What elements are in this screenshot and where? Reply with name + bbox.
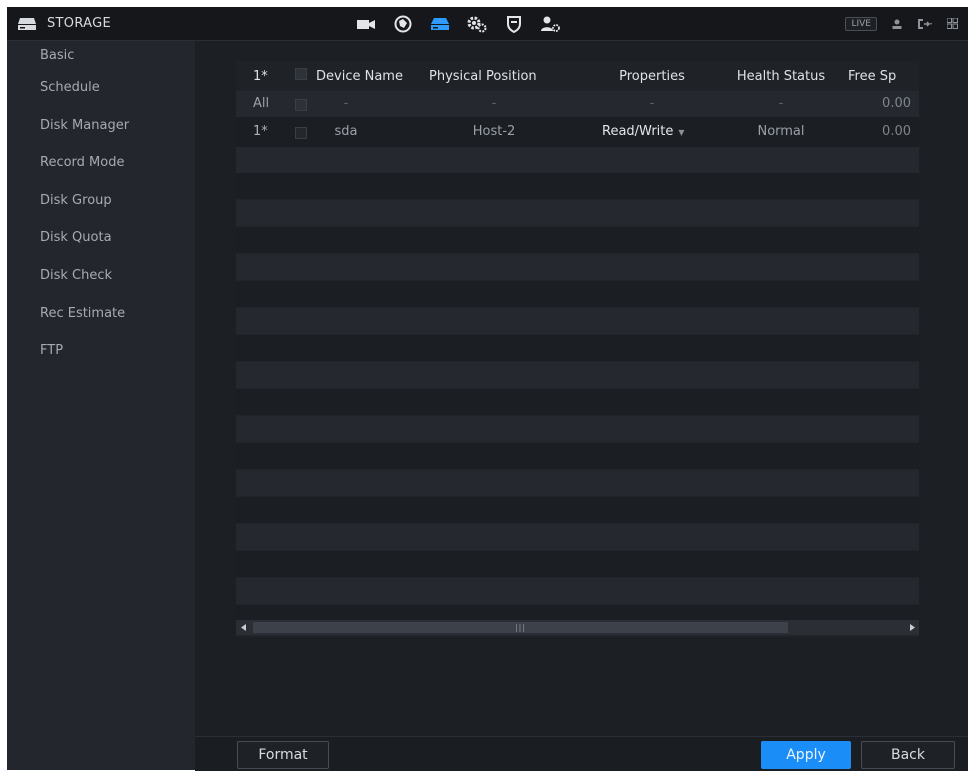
row-index: All	[253, 96, 270, 111]
scrollbar-thumb[interactable]: |||	[253, 622, 788, 633]
row-physical-position: Host-2	[472, 124, 516, 139]
empty-row	[236, 308, 919, 334]
storage-window: STORAGE LIVE Basic Schedule Disk Manager…	[7, 7, 968, 771]
module-tabs	[347, 7, 569, 40]
row-device-name: sda	[334, 124, 358, 139]
grip-icon: |||	[514, 623, 527, 632]
account-module-tab[interactable]	[532, 7, 569, 40]
empty-row	[236, 362, 919, 388]
top-right-tools: LIVE	[845, 7, 958, 40]
network-module-tab[interactable]	[384, 7, 421, 40]
security-shield-icon	[506, 15, 522, 33]
properties-value: Read/Write	[602, 124, 674, 139]
empty-row	[236, 497, 919, 523]
bottom-action-bar: Format Apply Back	[195, 736, 968, 771]
empty-row	[236, 443, 919, 469]
sidebar-item-disk-group[interactable]: Disk Group	[7, 182, 195, 220]
network-icon	[394, 15, 412, 33]
empty-row	[236, 416, 919, 442]
grid-menu-icon[interactable]	[947, 18, 958, 29]
row-index: 1*	[253, 124, 268, 139]
empty-row	[236, 254, 919, 280]
row-properties-dropdown[interactable]: Read/Write ▼	[602, 117, 712, 148]
content-area: 1* Device Name Physical Position Propert…	[195, 41, 968, 771]
window-title: STORAGE	[47, 16, 111, 31]
empty-row	[236, 551, 919, 577]
scroll-left-arrow-icon[interactable]	[236, 620, 250, 635]
camera-icon	[356, 17, 376, 31]
storage-icon	[17, 17, 37, 31]
format-button[interactable]: Format	[237, 741, 329, 769]
disk-table: 1* Device Name Physical Position Propert…	[236, 61, 919, 637]
table-header: 1* Device Name Physical Position Propert…	[236, 61, 919, 91]
empty-row	[236, 335, 919, 361]
header-physical-position: Physical Position	[429, 68, 537, 84]
sidebar: Basic Schedule Disk Manager Record Mode …	[7, 41, 195, 770]
sidebar-item-disk-quota[interactable]: Disk Quota	[7, 219, 195, 257]
sidebar-item-rec-estimate[interactable]: Rec Estimate	[7, 295, 195, 333]
row-checkbox[interactable]	[295, 117, 307, 149]
table-row-all[interactable]: All - - - - 0.00	[236, 91, 919, 117]
header-properties: Properties	[619, 68, 685, 84]
row-health-status: -	[778, 96, 784, 111]
empty-row	[236, 605, 919, 620]
storage-icon	[430, 16, 450, 32]
live-button[interactable]: LIVE	[845, 16, 877, 31]
empty-row	[236, 200, 919, 226]
header-free-space: Free Sp	[848, 68, 897, 84]
window-title-area: STORAGE	[17, 7, 111, 40]
table-row[interactable]: 1* sda Host-2 Read/Write ▼ Normal 0.00	[236, 117, 919, 147]
user-icon[interactable]	[891, 18, 903, 30]
apply-button[interactable]: Apply	[761, 741, 851, 769]
row-free-space: 0.00	[882, 96, 911, 111]
row-properties: -	[649, 96, 655, 111]
sidebar-item-record-mode[interactable]: Record Mode	[7, 144, 195, 182]
empty-row	[236, 470, 919, 496]
storage-module-tab[interactable]	[421, 7, 458, 40]
empty-row	[236, 147, 919, 173]
system-gear-icon	[466, 15, 488, 33]
logout-icon[interactable]	[917, 18, 933, 30]
horizontal-scrollbar[interactable]: |||	[236, 620, 919, 635]
sidebar-item-basic[interactable]: Basic	[7, 41, 195, 69]
empty-row	[236, 173, 919, 199]
sidebar-item-disk-check[interactable]: Disk Check	[7, 257, 195, 295]
header-device-name: Device Name	[316, 68, 403, 84]
sidebar-item-schedule[interactable]: Schedule	[7, 69, 195, 107]
back-button[interactable]: Back	[861, 741, 955, 769]
row-free-space: 0.00	[882, 124, 911, 139]
header-select-checkbox[interactable]	[295, 68, 307, 84]
empty-row	[236, 227, 919, 253]
sidebar-item-disk-manager[interactable]: Disk Manager	[7, 107, 195, 145]
empty-row	[236, 524, 919, 550]
row-physical-position: -	[491, 96, 497, 111]
header-health-status: Health Status	[736, 68, 826, 84]
header-index[interactable]: 1*	[253, 69, 268, 84]
account-icon	[540, 15, 562, 33]
system-module-tab[interactable]	[458, 7, 495, 40]
security-module-tab[interactable]	[495, 7, 532, 40]
empty-row	[236, 389, 919, 415]
sidebar-item-ftp[interactable]: FTP	[7, 332, 195, 370]
row-device-name: -	[343, 96, 349, 111]
empty-row	[236, 578, 919, 604]
top-bar: STORAGE LIVE	[7, 7, 968, 41]
chevron-down-icon: ▼	[678, 128, 685, 137]
scroll-right-arrow-icon[interactable]	[905, 620, 919, 635]
row-health-status: Normal	[757, 124, 805, 139]
empty-row	[236, 281, 919, 307]
camera-module-tab[interactable]	[347, 7, 384, 40]
